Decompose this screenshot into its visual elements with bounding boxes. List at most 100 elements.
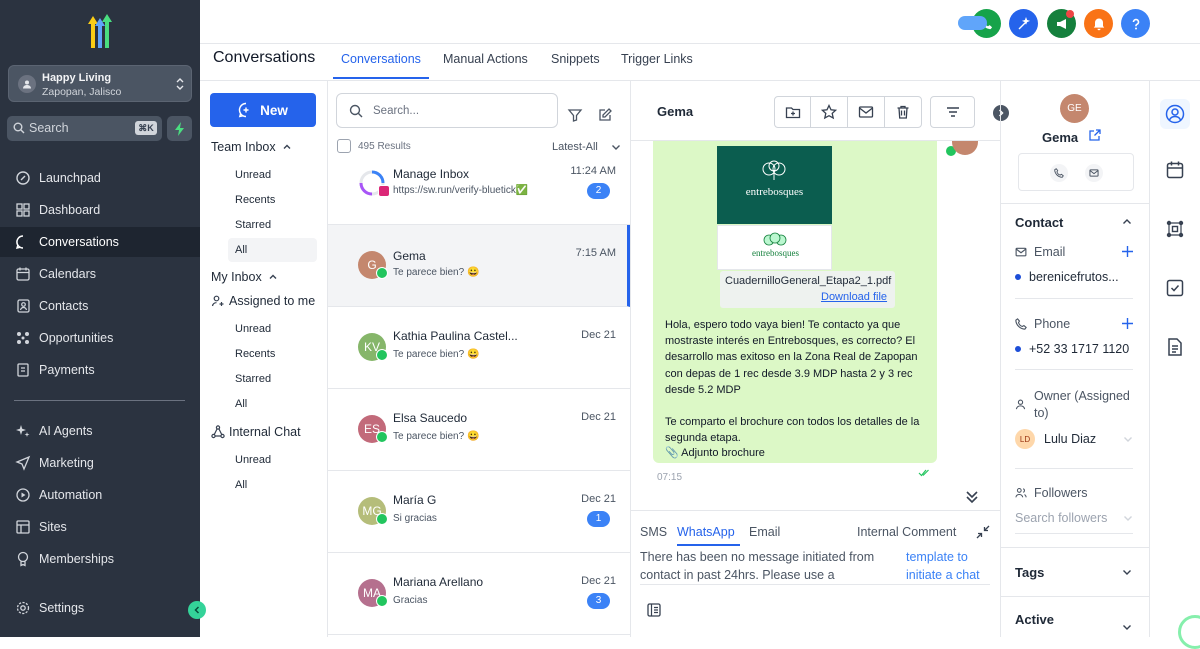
download-file-link[interactable]: Download file [821,291,887,303]
active-section-title[interactable]: Active [1015,612,1054,627]
internal-filter-unread[interactable]: Unread [235,454,271,466]
rail-calendar-button[interactable] [1163,158,1187,182]
compose-tab-sms[interactable]: SMS [640,525,667,539]
conversation-row[interactable]: KV Kathia Paulina Castel... Te parece bi… [328,307,630,389]
template-icon[interactable] [646,602,662,618]
sidebar-search[interactable]: Search ⌘K [7,116,162,141]
internal-comment-tab[interactable]: Internal Comment [857,525,956,539]
conversation-row[interactable]: MG María G Si gracias Dec 21 1 [328,471,630,553]
conversation-search-input[interactable]: Search... [336,93,558,128]
chat-widget-button[interactable] [1178,615,1200,649]
open-contact-icon[interactable] [1088,129,1101,142]
page-title: Conversations [213,49,316,66]
sidebar-item-ai-agents[interactable]: AI Agents [0,416,200,446]
sidebar-item-sites[interactable]: Sites [0,512,200,542]
collapse-sidebar-button[interactable] [188,601,206,619]
owner-value[interactable]: Lulu Diaz [1044,432,1096,446]
user-avatar[interactable] [958,16,987,30]
team-inbox-toggle[interactable]: Team Inbox [211,140,292,154]
tags-section-title[interactable]: Tags [1015,565,1044,580]
team-filter-unread[interactable]: Unread [235,169,271,181]
sidebar-item-launchpad[interactable]: Launchpad [0,163,200,193]
expand-panel-button[interactable] [993,105,1009,121]
sidebar-item-payments[interactable]: Payments [0,355,200,385]
sidebar-item-marketing[interactable]: Marketing [0,448,200,478]
magic-button[interactable] [1009,9,1038,38]
scroll-to-bottom-button[interactable] [963,488,981,506]
filter-icon[interactable] [567,107,583,123]
tab-conversations[interactable]: Conversations [341,52,421,66]
compose-tab-whatsapp[interactable]: WhatsApp [677,525,735,539]
whatsapp-icon [376,595,388,607]
my-filter-starred[interactable]: Starred [235,373,271,385]
my-inbox-toggle[interactable]: My Inbox [211,270,278,284]
my-inbox-label: My Inbox [211,270,262,284]
compose-tab-email[interactable]: Email [749,525,780,539]
collapse-composer-icon[interactable] [976,525,990,539]
conversation-row[interactable]: MA Mariana Arellano Gracias Dec 21 3 [328,553,630,635]
brochure-image-page[interactable]: entrebosques [717,225,832,270]
sidebar-item-label: Automation [39,488,103,502]
chevron-down-icon[interactable] [1122,567,1132,577]
my-filter-all[interactable]: All [235,398,247,410]
email-contact-button[interactable] [1085,164,1103,182]
rail-tasks-button[interactable] [1163,276,1187,300]
mark-unread-button[interactable] [847,96,885,128]
chevron-down-icon[interactable] [1122,622,1132,632]
sidebar-item-dashboard[interactable]: Dashboard [0,195,200,225]
call-contact-button[interactable] [1050,164,1068,182]
my-filter-unread[interactable]: Unread [235,323,271,335]
internal-chat-toggle[interactable]: Internal Chat [211,425,301,439]
template-link-line2[interactable]: initiate a chat [906,566,980,584]
team-filter-starred[interactable]: Starred [235,219,271,231]
sidebar-item-opportunities[interactable]: Opportunities [0,323,200,353]
team-filter-all[interactable]: All [235,244,247,256]
sidebar-item-contacts[interactable]: Contacts [0,291,200,321]
announcements-button[interactable] [1047,9,1076,38]
phone-value[interactable]: +52 33 1717 1120 [1029,342,1129,356]
tab-manual-actions[interactable]: Manual Actions [443,52,528,66]
star-button[interactable] [810,96,848,128]
sidebar-item-settings[interactable]: Settings [0,593,200,623]
add-email-button[interactable] [1122,246,1133,257]
add-phone-button[interactable] [1122,318,1133,329]
rail-notes-button[interactable] [1163,335,1187,359]
followers-search-input[interactable]: Search followers [1015,511,1107,525]
conversation-row[interactable]: G Gema Te parece bien? 😀 7:15 AM [328,225,630,307]
chevron-down-icon[interactable] [1123,434,1133,444]
notifications-button[interactable] [1084,9,1113,38]
app-logo[interactable] [82,14,118,50]
search-icon [349,104,363,118]
compose-icon[interactable] [597,107,613,123]
internal-filter-all[interactable]: All [235,479,247,491]
sidebar-item-automation[interactable]: Automation [0,480,200,510]
sidebar-item-calendars[interactable]: Calendars [0,259,200,289]
filter-messages-button[interactable] [930,96,975,128]
assigned-to-me[interactable]: Assigned to me [211,294,315,308]
sidebar-item-label: Sites [39,520,67,534]
owner-label-line2: to) [1034,406,1049,420]
conversation-row[interactable]: ES Elsa Saucedo Te parece bien? 😀 Dec 21 [328,389,630,471]
tab-trigger-links[interactable]: Trigger Links [621,52,693,66]
brochure-image[interactable]: entrebosques [717,146,832,224]
move-button[interactable] [774,96,811,128]
team-filter-recents[interactable]: Recents [235,194,275,206]
sidebar-item-conversations[interactable]: Conversations [0,227,200,257]
new-conversation-button[interactable]: New [210,93,316,127]
email-value[interactable]: berenicefrutos... [1029,270,1119,284]
delete-button[interactable] [884,96,922,128]
conversation-row[interactable]: Manage Inbox https://sw.run/verify-bluet… [328,143,630,225]
location-switcher[interactable]: Happy Living Zapopan, Jalisco [8,65,192,102]
tab-snippets[interactable]: Snippets [551,52,600,66]
template-link-line1[interactable]: template to [906,548,968,566]
followers-label-row: Followers [1015,486,1088,500]
rail-contact-button[interactable] [1160,99,1190,129]
chevron-up-icon[interactable] [1122,217,1132,227]
rail-opportunities-button[interactable] [1163,217,1187,241]
chevron-down-icon[interactable] [1123,513,1133,523]
my-filter-recents[interactable]: Recents [235,348,275,360]
quick-action-button[interactable] [167,116,192,141]
help-button[interactable] [1121,9,1150,38]
sidebar-item-memberships[interactable]: Memberships [0,544,200,574]
search-placeholder: Search... [373,105,420,117]
